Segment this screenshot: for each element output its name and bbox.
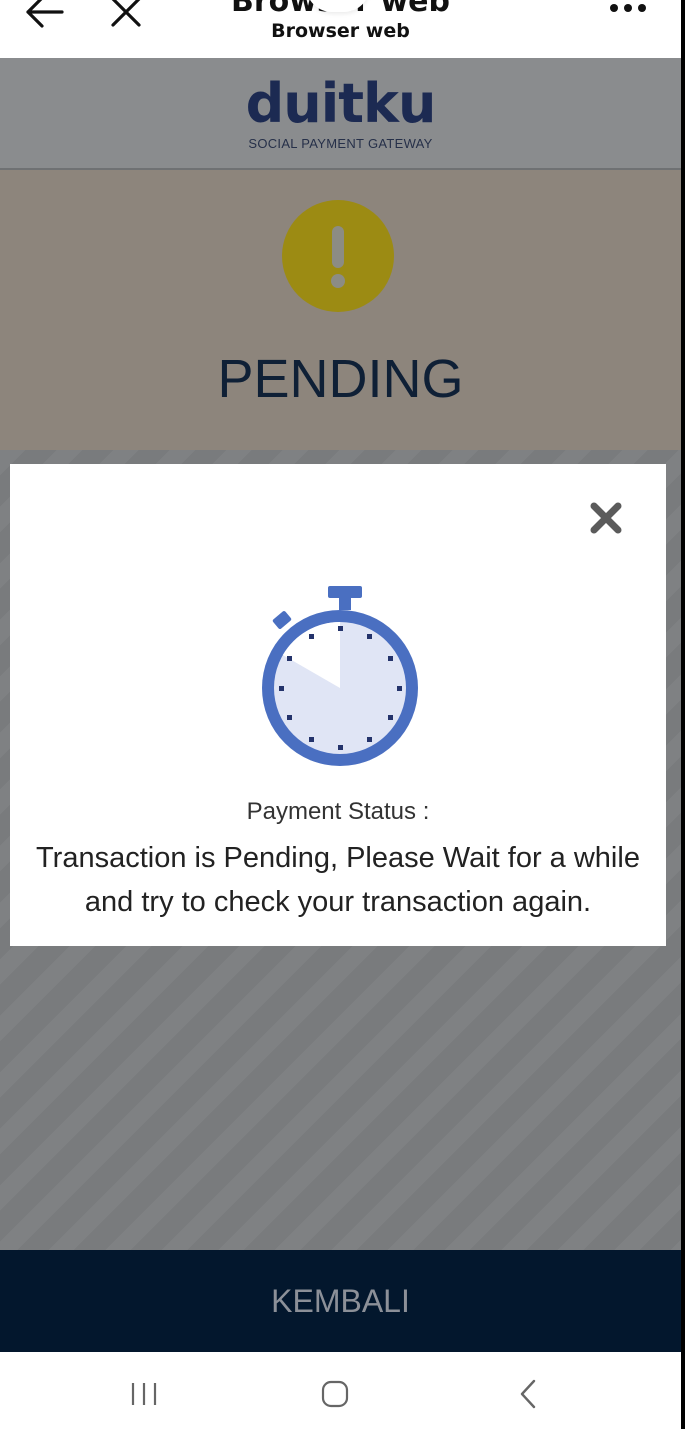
recents-icon [131,1383,157,1405]
back-chevron-icon [520,1379,536,1409]
logo-tagline: SOCIAL PAYMENT GATEWAY [248,136,433,151]
payment-status-message: Transaction is Pending, Please Wait for … [36,842,640,918]
close-x-icon [590,502,622,534]
system-nav-bar [0,1352,681,1429]
exclamation-bar [332,226,344,268]
home-icon [321,1380,349,1408]
screen-edge [681,0,685,1429]
recents-button[interactable] [122,1372,166,1416]
site-header: duitku SOCIAL PAYMENT GATEWAY [0,58,681,170]
stopwatch-icon [262,586,418,766]
payment-status-label: Payment Status : [246,798,430,825]
modal-close-button[interactable] [588,500,624,536]
back-nav-button[interactable] [506,1372,550,1416]
home-button[interactable] [313,1372,357,1416]
kembali-button[interactable]: KEMBALI [0,1250,681,1352]
status-title: PENDING [217,349,464,409]
more-options-button[interactable] [606,0,650,30]
more-dots-icon [610,4,646,12]
browser-subtitle: Browser web [271,20,410,42]
duitku-logo: duitku [245,72,437,135]
kembali-label: KEMBALI [271,1282,410,1319]
browser-toolbar: Browser web Browser web [0,0,681,58]
exclamation-icon [282,200,394,312]
exclamation-dot [331,274,345,288]
payment-status-modal: Payment Status : Transaction is Pending,… [10,464,666,946]
